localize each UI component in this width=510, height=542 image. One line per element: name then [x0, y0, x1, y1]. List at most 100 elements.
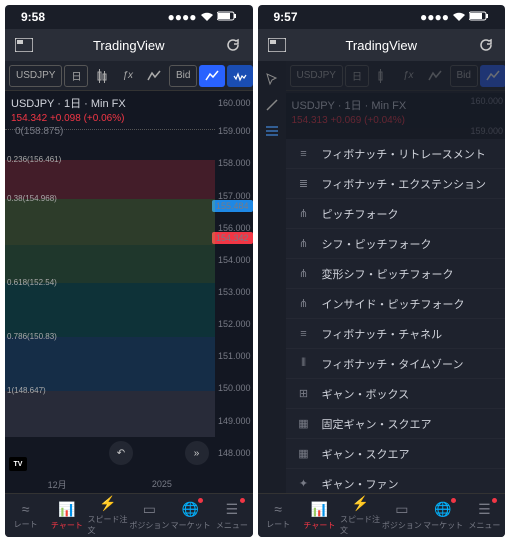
nav-icon: 🌐 [182, 501, 199, 518]
tool-label: ギャン・スクエア [322, 446, 410, 462]
bottom-nav: ≈レート📊チャート⚡スピード注文 ▭ ポジション🌐マーケット ☰ メニュー [5, 493, 253, 537]
chart-area-dimmed: USDJPY · 1日 · Min FX 154.313 +0.069 (+0.… [286, 93, 506, 143]
notification-dot [451, 498, 456, 503]
app-header: TradingView [5, 29, 253, 61]
layout-icon[interactable] [15, 36, 33, 54]
status-bar: 9:57 ●●●● [258, 5, 506, 29]
tool-item[interactable]: ≡フィボナッチ・リトレースメント [286, 139, 506, 169]
bid-toggle[interactable]: Bid [169, 65, 197, 87]
tool-item[interactable]: ⊞ギャン・ボックス [286, 379, 506, 409]
refresh-icon[interactable] [477, 36, 495, 54]
symbol-selector[interactable]: USDJPY [9, 65, 62, 87]
header-title: TradingView [93, 38, 165, 53]
nav-icon: ▭ [143, 501, 156, 518]
candle-type-icon[interactable] [90, 65, 114, 87]
nav-label: メニュー [216, 520, 248, 531]
tool-item[interactable]: ⋔ピッチフォーク [286, 199, 506, 229]
tool-item[interactable]: ⦀フィボナッチ・タイムゾーン [286, 349, 506, 379]
bottom-nav: ≈ レート 📊 チャート ⚡スピード注文▭ポジション🌐マーケット ☰ メニュー [258, 493, 506, 537]
wifi-icon [452, 10, 466, 24]
nav-icon: ▭ [395, 501, 408, 518]
battery-icon [469, 10, 489, 24]
status-bar: 9:58 ●●●● [5, 5, 253, 29]
symbol-selector[interactable]: USDJPY [290, 65, 343, 87]
chart-mode-1[interactable] [480, 65, 505, 87]
tool-item[interactable]: ⋔ 変形シフ・ピッチフォーク [286, 259, 506, 289]
cursor-tool[interactable] [262, 69, 282, 89]
wifi-icon [200, 10, 214, 24]
nav-チャート[interactable]: 📊チャート [46, 494, 87, 537]
nav-チャート[interactable]: 📊 チャート [299, 494, 340, 537]
tool-icon: ≣ [296, 176, 312, 192]
chart-toolbar: USDJPY 日 ƒx Bid [5, 61, 253, 91]
tool-label: フィボナッチ・チャネル [322, 326, 443, 342]
interval-selector[interactable]: 日 [64, 65, 88, 87]
scroll-right-button[interactable]: » [185, 441, 209, 465]
tool-label: フィボナッチ・エクステンション [322, 176, 486, 192]
fib-tool[interactable] [262, 121, 282, 141]
nav-ポジション[interactable]: ▭ポジション [381, 494, 422, 537]
tradingview-logo: TV [9, 457, 27, 471]
undo-button[interactable]: ↶ [109, 441, 133, 465]
tool-item[interactable]: ≣ フィボナッチ・エクステンション [286, 169, 506, 199]
chart-info: USDJPY · 1日 · Min FX 154.313 +0.069 (+0.… [292, 97, 407, 126]
nav-メニュー[interactable]: ☰ メニュー [464, 494, 505, 537]
tool-item[interactable]: ▦ギャン・スクエア [286, 439, 506, 469]
phone-left: 9:58 ●●●● TradingView USDJPY 日 ƒx Bid [5, 5, 253, 537]
nav-icon: 📊 [311, 501, 328, 518]
nav-マーケット[interactable]: 🌐マーケット [170, 494, 211, 537]
chart-info: USDJPY · 1日 · Min FX 154.342 +0.098 (+0.… [11, 95, 126, 137]
tool-icon: ≡ [296, 326, 312, 342]
tool-item[interactable]: ▦固定ギャン・スクエア [286, 409, 506, 439]
nav-スピード注文[interactable]: ⚡スピード注文 [88, 494, 129, 537]
drawing-toolbar [258, 63, 286, 147]
nav-icon: ≈ [274, 501, 282, 517]
nav-ポジション[interactable]: ▭ ポジション [129, 494, 170, 537]
chart-mode-2[interactable] [227, 65, 252, 87]
tool-label: シフ・ピッチフォーク [322, 236, 432, 252]
tool-label: ギャン・ファン [322, 476, 399, 492]
nav-label: メニュー [468, 520, 500, 531]
price-badge-indicator: 155.484 [212, 200, 253, 212]
bid-toggle[interactable]: Bid [450, 65, 478, 87]
chart-canvas[interactable]: 0.236(156.461)0.38(154.968)0.618(152.54)… [5, 91, 215, 475]
indicators-icon[interactable]: ƒx [116, 65, 139, 87]
nav-レート[interactable]: ≈ レート [258, 494, 299, 537]
settings-icon[interactable] [422, 65, 448, 87]
refresh-icon[interactable] [224, 36, 242, 54]
nav-スピード注文[interactable]: ⚡スピード注文 [340, 494, 381, 537]
tool-icon: ⋔ [296, 266, 312, 282]
candle-type-icon[interactable] [371, 65, 395, 87]
chart-mode-1[interactable] [199, 65, 225, 87]
tool-item[interactable]: ⋔ シフ・ピッチフォーク [286, 229, 506, 259]
signal-icon: ●●●● [168, 10, 197, 24]
clock: 9:58 [21, 10, 45, 24]
nav-icon: ☰ [226, 501, 239, 518]
tool-item[interactable]: ✦ギャン・ファン [286, 469, 506, 493]
nav-label: レート [266, 519, 290, 530]
line-tool[interactable] [262, 95, 282, 115]
chart-area[interactable]: USDJPY · 1日 · Min FX 154.342 +0.098 (+0.… [5, 91, 253, 493]
nav-レート[interactable]: ≈レート [5, 494, 46, 537]
tool-label: 変形シフ・ピッチフォーク [322, 266, 454, 282]
settings-icon[interactable] [141, 65, 167, 87]
layout-icon[interactable] [268, 36, 286, 54]
tool-item[interactable]: ⋔インサイド・ピッチフォーク [286, 289, 506, 319]
tool-item[interactable]: ≡ フィボナッチ・チャネル [286, 319, 506, 349]
indicators-icon[interactable]: ƒx [397, 65, 420, 87]
drawing-tool-menu[interactable]: ≡フィボナッチ・リトレースメント ≣ フィボナッチ・エクステンション ⋔ピッチフォーク… [286, 139, 506, 493]
notification-dot [198, 498, 203, 503]
nav-マーケット[interactable]: 🌐マーケット [423, 494, 464, 537]
interval-selector[interactable]: 日 [345, 65, 369, 87]
tool-label: フィボナッチ・タイムゾーン [322, 356, 464, 372]
nav-label: チャート [51, 520, 83, 531]
header-title: TradingView [345, 38, 417, 53]
nav-メニュー[interactable]: ☰ メニュー [211, 494, 252, 537]
tool-icon: ⋔ [296, 236, 312, 252]
y-axis: 160.000 159.000158.000157.000156.000154.… [215, 91, 253, 493]
nav-label: チャート [303, 520, 335, 531]
nav-label: ポジション [129, 520, 169, 531]
tool-label: ギャン・ボックス [322, 386, 410, 402]
nav-icon: ☰ [478, 501, 491, 518]
tool-icon: ≡ [296, 146, 312, 162]
